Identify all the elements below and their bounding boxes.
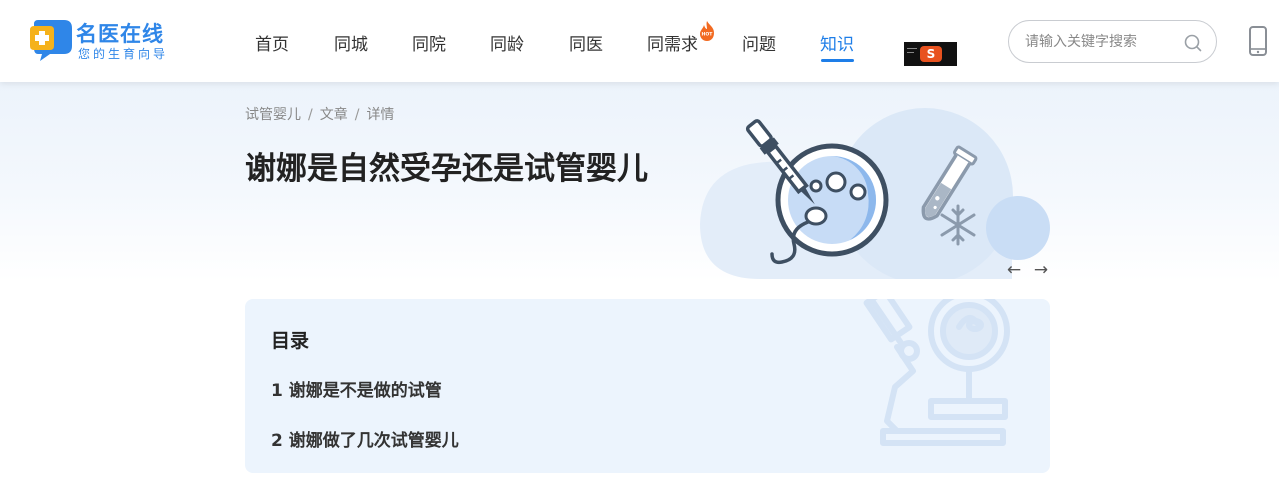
carousel-next-arrow[interactable]: → [1031,261,1051,279]
search-input[interactable] [1025,31,1175,53]
carousel-prev-arrow[interactable]: ← [1004,261,1024,279]
microscope-illustration [863,299,1010,446]
phone-icon[interactable] [1248,26,1268,56]
nav-item-same-age[interactable]: 同龄 [490,30,524,55]
s-logo-icon: S [920,46,942,62]
nav-item-same-doctor[interactable]: 同医 [569,30,603,55]
toc-item[interactable]: 1 谢娜是不是做的试管 [271,376,442,401]
petri-dish-illustration [700,108,1050,279]
hot-flame-icon: HOT [700,21,714,41]
logo-slogan: 您的生育向导 [78,47,169,61]
search-box [1008,20,1217,63]
search-icon[interactable] [1183,33,1203,53]
breadcrumb-separator: / [308,107,313,123]
logo-mark-icon [30,20,72,61]
media-thumbnail[interactable]: S [904,42,957,66]
thumb-line [907,52,914,53]
toc-item[interactable]: 2 谢娜做了几次试管婴儿 [271,426,459,451]
nav-item-same-hospital[interactable]: 同院 [412,30,446,55]
nav-item-same-city[interactable]: 同城 [334,30,368,55]
logo-name: 名医在线 [76,22,164,46]
nav-item-questions[interactable]: 问题 [742,30,776,55]
nav-item-knowledge[interactable]: 知识 [820,30,854,55]
breadcrumb-item-detail: 详情 [366,107,395,123]
table-of-contents: 目录 1 谢娜是不是做的试管 2 谢娜做了几次试管婴儿 [245,299,1050,473]
page-title: 谢娜是自然受孕还是试管婴儿 [245,151,648,187]
nav-item-same-needs[interactable]: 同需求 [647,30,698,55]
breadcrumb-separator: / [354,107,360,123]
nav-item-home[interactable]: 首页 [255,30,289,55]
breadcrumb-item-ivf[interactable]: 试管婴儿 [245,104,301,124]
svg-text:HOT: HOT [702,32,714,38]
breadcrumb: 试管婴儿 / 文章 / 详情 [245,104,394,124]
toc-title: 目录 [271,330,310,352]
site-header: 名医在线 您的生育向导 首页 同城 同院 同龄 同医 同需求 HOT 问题 知识… [0,0,1279,82]
thumb-line [907,48,917,49]
nav-active-indicator [821,59,854,62]
site-logo[interactable]: 名医在线 您的生育向导 [28,16,178,64]
breadcrumb-item-articles[interactable]: 文章 [320,104,348,124]
